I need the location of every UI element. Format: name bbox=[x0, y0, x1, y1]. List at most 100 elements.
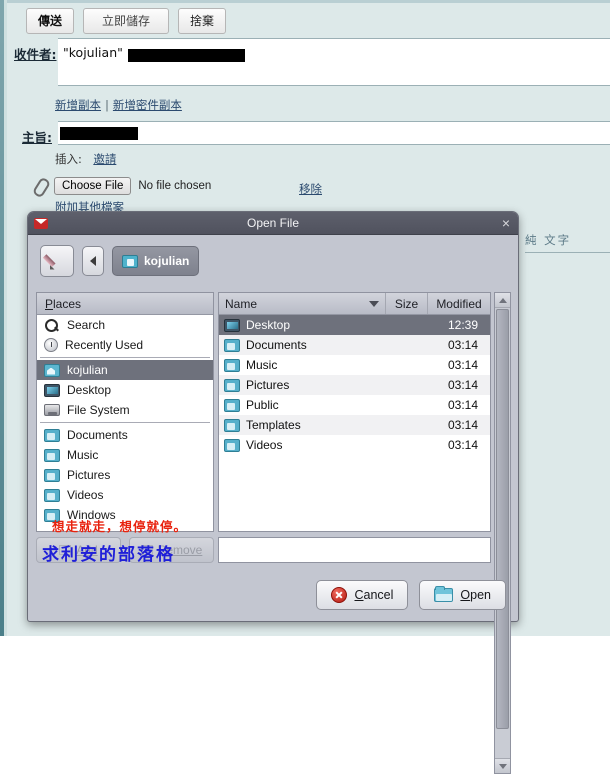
search-icon bbox=[44, 318, 60, 332]
table-row[interactable]: Templates 03:14 bbox=[219, 415, 490, 435]
insert-label: 插入: bbox=[55, 152, 82, 166]
to-input[interactable]: "kojulian" bbox=[58, 38, 610, 86]
cc-links: 新增副本 | 新增密件副本 bbox=[55, 96, 182, 114]
column-header-name[interactable]: Name bbox=[219, 293, 386, 314]
close-icon[interactable]: × bbox=[502, 216, 510, 230]
file-name-cell: Pictures bbox=[219, 378, 386, 392]
scroll-down-button[interactable] bbox=[495, 758, 510, 773]
sidebar-item-music[interactable]: Music bbox=[37, 445, 213, 465]
dialog-titlebar[interactable]: Open File × bbox=[28, 212, 518, 235]
folder-icon bbox=[224, 339, 240, 352]
subject-label: 主旨: bbox=[22, 130, 52, 145]
send-button[interactable]: 傳送 bbox=[26, 8, 74, 34]
back-button[interactable] bbox=[82, 246, 104, 276]
choose-file-button[interactable]: Choose File bbox=[54, 177, 131, 195]
add-cc-link[interactable]: 新增副本 bbox=[55, 98, 101, 112]
to-field-label-wrap: 收件者: bbox=[14, 44, 57, 64]
sidebar-item-kojulian[interactable]: kojulian bbox=[37, 360, 213, 380]
open-button[interactable]: Open bbox=[419, 580, 506, 610]
file-list-pane: Name Size Modified Desktop12:39Documents… bbox=[218, 292, 491, 532]
table-row[interactable]: Music 03:14 bbox=[219, 355, 490, 375]
file-name-label: Pictures bbox=[246, 378, 289, 392]
file-name-cell: Videos bbox=[219, 438, 386, 452]
clock-icon bbox=[44, 338, 58, 352]
places-header: Places bbox=[37, 293, 213, 315]
remove-attachment-link[interactable]: 移除 bbox=[299, 181, 322, 197]
folder-icon bbox=[224, 379, 240, 392]
table-row[interactable]: Documents03:14 bbox=[219, 335, 490, 355]
column-header-modified[interactable]: Modified bbox=[428, 293, 490, 314]
table-row[interactable]: Videos03:14 bbox=[219, 435, 490, 455]
table-row[interactable]: Pictures 03:14 bbox=[219, 375, 490, 395]
to-value: "kojulian" bbox=[58, 45, 123, 60]
file-name-cell: Templates bbox=[219, 418, 386, 432]
filename-filter-input[interactable] bbox=[218, 537, 491, 563]
column-header-size-label: Size bbox=[395, 297, 418, 311]
folder-icon bbox=[224, 359, 240, 372]
folder-icon bbox=[224, 439, 240, 452]
pencil-icon-button[interactable] bbox=[40, 245, 74, 277]
subject-redaction bbox=[60, 127, 138, 140]
triangle-down-icon bbox=[499, 764, 507, 769]
watermark-blue: 求利安的部落格 bbox=[42, 540, 175, 565]
column-header-name-label: Name bbox=[225, 297, 257, 311]
file-name-cell: Documents bbox=[219, 338, 386, 352]
sidebar-item-desktop[interactable]: Desktop bbox=[37, 380, 213, 400]
places-separator bbox=[40, 357, 210, 358]
file-name-cell: Public bbox=[219, 398, 386, 412]
sidebar-item-label: Documents bbox=[67, 428, 128, 442]
sidebar-item-file-system[interactable]: File System bbox=[37, 400, 213, 420]
sidebar-item-recently-used[interactable]: Recently Used bbox=[37, 335, 213, 355]
home-folder-icon bbox=[44, 364, 60, 377]
sidebar-item-label: Search bbox=[67, 318, 105, 332]
file-modified-cell: 03:14 bbox=[428, 418, 490, 432]
folder-icon bbox=[44, 449, 60, 462]
folder-icon bbox=[44, 469, 60, 482]
path-button-kojulian[interactable]: kojulian bbox=[112, 246, 199, 276]
scroll-up-button[interactable] bbox=[495, 293, 510, 308]
file-name-cell: Music bbox=[219, 358, 386, 372]
watermark-red: 想走就走，想停就停。 bbox=[52, 516, 187, 535]
file-list-scrollbar[interactable] bbox=[494, 292, 511, 774]
folder-icon bbox=[224, 399, 240, 412]
home-folder-icon bbox=[122, 255, 138, 268]
dialog-nav-toolbar: kojulian bbox=[40, 245, 199, 277]
places-pane: Places Search Recently Used kojulian Deskto… bbox=[36, 292, 214, 532]
subject-input[interactable] bbox=[58, 121, 610, 145]
triangle-left-icon bbox=[90, 256, 96, 266]
places-header-rest: laces bbox=[53, 297, 81, 311]
save-now-button[interactable]: 立即儲存 bbox=[83, 8, 169, 34]
plain-text-link[interactable]: 純 文字 bbox=[525, 232, 571, 248]
file-name-label: Documents bbox=[246, 338, 307, 352]
disk-icon bbox=[44, 404, 60, 416]
sidebar-item-videos[interactable]: Videos bbox=[37, 485, 213, 505]
add-bcc-link[interactable]: 新增密件副本 bbox=[113, 98, 182, 112]
column-header-size[interactable]: Size bbox=[386, 293, 428, 314]
sidebar-item-documents[interactable]: Documents bbox=[37, 425, 213, 445]
sidebar-item-label: Videos bbox=[67, 488, 103, 502]
sidebar-item-pictures[interactable]: Pictures bbox=[37, 465, 213, 485]
to-label: 收件者: bbox=[14, 47, 57, 62]
sidebar-item-label: Desktop bbox=[67, 383, 111, 397]
file-modified-cell: 03:14 bbox=[428, 358, 490, 372]
compose-toolbar: 傳送 立即儲存 捨棄 bbox=[26, 8, 226, 34]
file-modified-cell: 12:39 bbox=[428, 318, 490, 332]
cc-separator: | bbox=[105, 100, 108, 112]
cancel-button[interactable]: Cancel bbox=[316, 580, 408, 610]
sidebar-item-label: Music bbox=[67, 448, 98, 462]
column-header-modified-label: Modified bbox=[436, 297, 481, 311]
sidebar-item-search[interactable]: Search bbox=[37, 315, 213, 335]
file-modified-cell: 03:14 bbox=[428, 378, 490, 392]
discard-button[interactable]: 捨棄 bbox=[178, 8, 226, 34]
left-inner-strip bbox=[4, 0, 7, 636]
scrollbar-thumb[interactable] bbox=[496, 309, 509, 729]
table-row[interactable]: Desktop12:39 bbox=[219, 315, 490, 335]
mail-icon bbox=[34, 218, 48, 229]
sidebar-item-label: Pictures bbox=[67, 468, 110, 482]
table-row[interactable]: Public03:14 bbox=[219, 395, 490, 415]
sidebar-item-label: File System bbox=[67, 403, 130, 417]
open-mnemonic: O bbox=[460, 588, 470, 602]
sidebar-item-label: kojulian bbox=[67, 363, 108, 377]
open-folder-icon bbox=[434, 588, 453, 602]
insert-invite-link[interactable]: 邀請 bbox=[93, 152, 116, 166]
